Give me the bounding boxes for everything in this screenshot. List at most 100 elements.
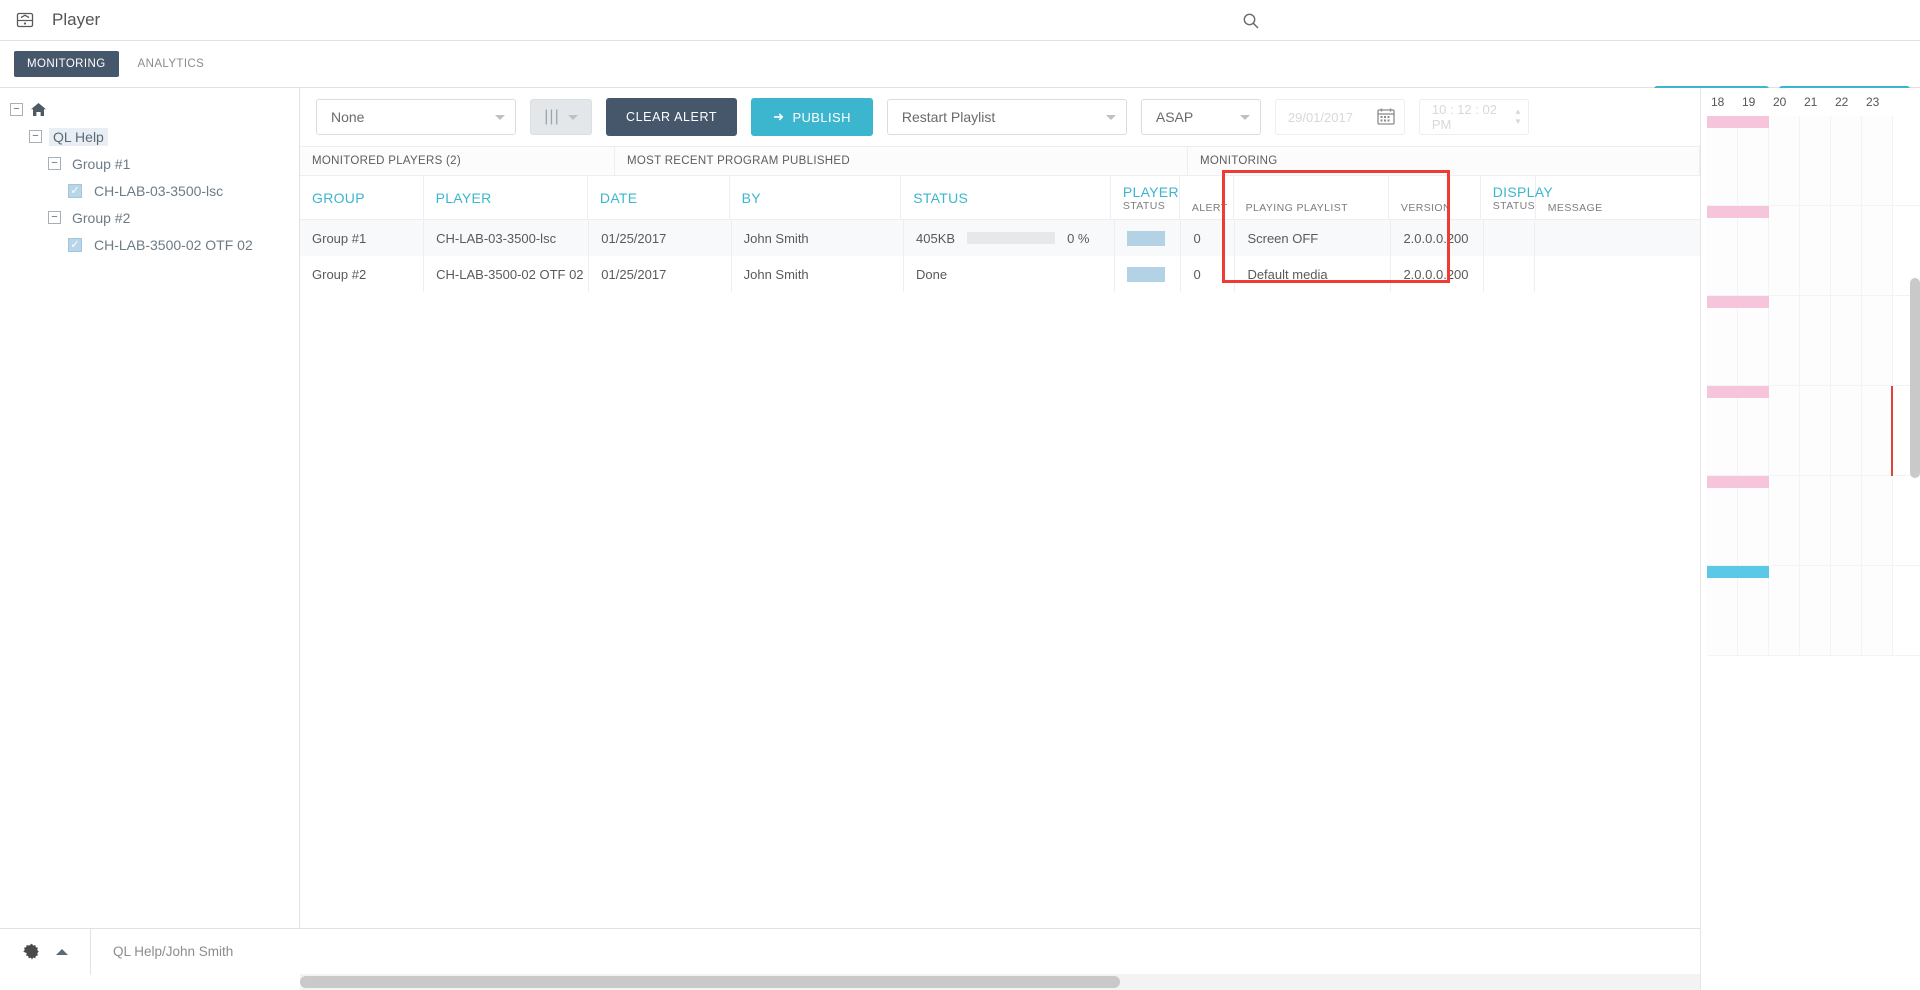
filter-select[interactable]: None — [316, 99, 516, 135]
status-size: 405KB — [916, 230, 956, 246]
hour-tick: 18 — [1711, 95, 1725, 109]
tree-node-player-2[interactable]: ✓ CH-LAB-3500-02 OTF 02 — [0, 231, 299, 258]
timeline-block[interactable] — [1707, 476, 1920, 566]
column-label: BY — [741, 189, 761, 206]
tree-node-player-1[interactable]: ✓ CH-LAB-03-3500-lsc — [0, 177, 299, 204]
tree-node-group-2[interactable]: − Group #2 — [0, 204, 299, 231]
column-header-player-status[interactable]: PLAYER STATUS — [1111, 176, 1180, 219]
timeline-scrollbar[interactable] — [1910, 278, 1920, 478]
cell-status: Done — [904, 256, 1115, 292]
collapse-toggle-icon[interactable]: − — [29, 130, 42, 143]
title-bar: Player — [0, 0, 1920, 41]
table-group-header-row: MONITORED PLAYERS (2) MOST RECENT PROGRA… — [300, 146, 1700, 176]
schedule-select-value: ASAP — [1155, 109, 1194, 125]
cell-player: CH-LAB-03-3500-lsc — [424, 220, 590, 256]
checkbox-checked-icon[interactable]: ✓ — [68, 237, 82, 252]
tree-root-row[interactable]: − — [0, 96, 299, 123]
status-badge — [1126, 230, 1165, 246]
cell-by: John Smith — [732, 256, 905, 292]
collapse-toggle-icon[interactable]: − — [48, 157, 61, 170]
column-label: DATE — [599, 189, 638, 206]
column-header-display-message[interactable]: MESSAGE — [1536, 176, 1700, 219]
timeline-event-bar[interactable] — [1707, 206, 1769, 218]
playlist-select-value: Restart Playlist — [901, 109, 996, 125]
columns-icon: ||| — [544, 108, 560, 125]
tree-node-ql-help[interactable]: − QL Help — [0, 123, 299, 150]
date-input[interactable]: 29/01/2017 — [1274, 99, 1405, 135]
timeline-event-bar[interactable] — [1707, 566, 1769, 578]
collapse-toggle-icon[interactable]: − — [48, 211, 61, 224]
cell-version: 2.0.0.0.200 — [1391, 220, 1484, 256]
caret-up-icon[interactable] — [56, 948, 68, 955]
publish-button[interactable]: ➜ PUBLISH — [751, 98, 873, 136]
timeline-event-bar[interactable] — [1707, 296, 1769, 308]
main-toolbar: None ||| CLEAR ALERT ➜ PUBLISH Restart P… — [300, 88, 1700, 146]
tree-node-label: QL Help — [49, 127, 108, 146]
current-time-marker — [1891, 386, 1893, 476]
search-icon[interactable] — [1242, 12, 1260, 30]
playlist-select[interactable]: Restart Playlist — [886, 99, 1127, 135]
column-label: DISPLAY — [1492, 183, 1553, 200]
column-header-version[interactable]: VERSION — [1389, 176, 1481, 219]
group-header-most-recent: MOST RECENT PROGRAM PUBLISHED — [615, 147, 1188, 175]
column-label: STATUS — [913, 189, 969, 206]
clear-alert-button[interactable]: CLEAR ALERT — [606, 98, 738, 136]
timeline-event-bar[interactable] — [1707, 116, 1769, 128]
columns-button[interactable]: ||| — [530, 99, 592, 135]
cell-display-message — [1535, 256, 1700, 292]
cell-by: John Smith — [732, 220, 905, 256]
gear-icon[interactable] — [22, 942, 42, 962]
monitoring-table: MONITORED PLAYERS (2) MOST RECENT PROGRA… — [300, 146, 1700, 928]
horizontal-scrollbar[interactable] — [300, 974, 1700, 990]
checkbox-checked-icon[interactable]: ✓ — [68, 183, 82, 198]
column-header-status[interactable]: STATUS — [901, 176, 1111, 219]
cell-group: Group #2 — [300, 256, 425, 292]
time-input[interactable]: 10 : 12 : 02 PM ▲ ▼ — [1418, 99, 1529, 135]
tab-analytics[interactable]: ANALYTICS — [125, 51, 218, 77]
column-header-alert[interactable]: ALERT — [1180, 176, 1234, 219]
column-header-player[interactable]: PLAYER — [424, 176, 588, 219]
tree-node-label: CH-LAB-03-3500-lsc — [94, 182, 224, 199]
player-icon — [14, 9, 36, 31]
timeline-block[interactable] — [1707, 116, 1920, 206]
tab-strip: MONITORING ANALYTICS PREVIEW ➜ PUBLISH — [0, 41, 1920, 126]
column-header-playing-playlist[interactable]: PLAYING PLAYLIST — [1234, 176, 1389, 219]
group-header-monitored-players: MONITORED PLAYERS (2) — [300, 147, 615, 175]
home-icon — [30, 101, 47, 118]
cell-version: 2.0.0.0.200 — [1391, 256, 1484, 292]
bottom-bar: QL Help/John Smith — [0, 928, 1700, 975]
scrollbar-thumb[interactable] — [300, 976, 1120, 988]
column-sublabel: STATUS — [1492, 199, 1536, 212]
column-header-by[interactable]: BY — [730, 176, 902, 219]
column-label: PLAYER — [1122, 183, 1179, 200]
table-row[interactable]: Group #2 CH-LAB-3500-02 OTF 02 01/25/201… — [300, 256, 1700, 292]
time-stepper[interactable]: ▲ ▼ — [1514, 108, 1522, 126]
divider — [90, 928, 91, 975]
caret-down-icon[interactable]: ▼ — [1514, 118, 1522, 126]
cell-date: 01/25/2017 — [589, 220, 732, 256]
cell-display-status — [1484, 220, 1535, 256]
publish-label: PUBLISH — [792, 109, 851, 125]
calendar-icon[interactable] — [1376, 106, 1396, 129]
timeline-event-bar[interactable] — [1707, 476, 1769, 488]
schedule-select[interactable]: ASAP — [1140, 99, 1261, 135]
timeline-block[interactable] — [1707, 206, 1920, 296]
tab-monitoring[interactable]: MONITORING — [14, 51, 119, 77]
cell-display-status — [1484, 256, 1535, 292]
column-header-display-status[interactable]: DISPLAY STATUS — [1481, 176, 1553, 219]
hour-tick: 22 — [1835, 95, 1849, 109]
column-header-date[interactable]: DATE — [588, 176, 730, 219]
timeline-block-selected[interactable] — [1707, 386, 1920, 476]
tree-node-label: Group #2 — [72, 209, 131, 226]
tree-node-group-1[interactable]: − Group #1 — [0, 150, 299, 177]
timeline-block[interactable] — [1707, 296, 1920, 386]
chevron-down-icon — [567, 114, 578, 120]
column-header-group[interactable]: GROUP — [300, 176, 424, 219]
timeline-block[interactable] — [1707, 566, 1920, 656]
column-sublabel: STATUS — [1122, 199, 1166, 212]
timeline-event-bar[interactable] — [1707, 386, 1769, 398]
caret-up-icon[interactable]: ▲ — [1514, 108, 1522, 116]
table-row[interactable]: Group #1 CH-LAB-03-3500-lsc 01/25/2017 J… — [300, 220, 1700, 256]
table-column-header-row: GROUP PLAYER DATE BY STATUS PLAYER STATU… — [300, 176, 1700, 220]
collapse-toggle-icon[interactable]: − — [10, 103, 23, 116]
